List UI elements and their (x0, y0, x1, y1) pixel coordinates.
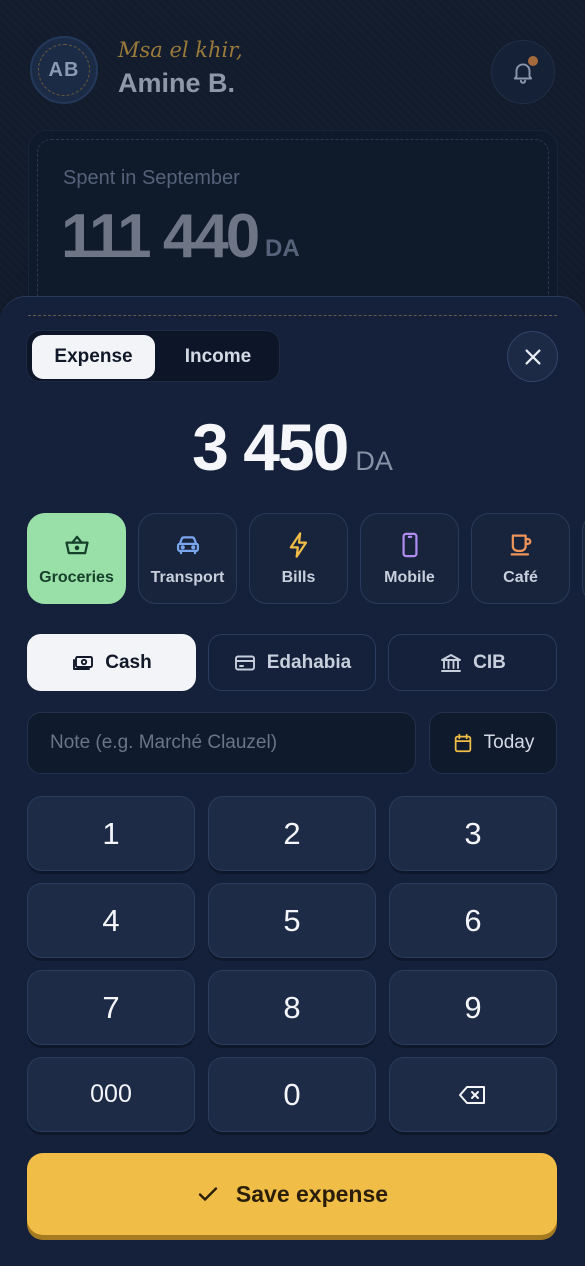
notification-dot (528, 56, 538, 66)
basket-icon (64, 535, 89, 554)
key-3[interactable]: 3 (389, 796, 557, 871)
card-icon (234, 655, 255, 670)
close-icon (524, 348, 541, 365)
category-label: Café (503, 568, 538, 586)
key-5[interactable]: 5 (208, 883, 376, 958)
bolt-icon (289, 531, 307, 558)
date-picker-button[interactable]: Today (429, 712, 557, 774)
note-field[interactable] (27, 712, 416, 774)
add-transaction-sheet: Expense Income 3 450 DA Groceries Transpo… (0, 296, 585, 1266)
amount-display: 3 450 DA (0, 409, 585, 485)
payment-cib[interactable]: CIB (388, 634, 557, 691)
amount-currency: DA (355, 446, 393, 476)
category-cafe[interactable]: Café (471, 513, 570, 604)
amount-value: 3 450 (192, 410, 349, 484)
key-000[interactable]: 000 (27, 1057, 195, 1132)
summary-currency: DA (265, 235, 300, 262)
key-7[interactable]: 7 (27, 970, 195, 1045)
sheet-divider (28, 315, 557, 316)
cash-icon (73, 655, 94, 670)
category-mobile[interactable]: Mobile (360, 513, 459, 604)
phone-icon (401, 532, 418, 557)
bank-icon (441, 653, 462, 672)
car-icon (176, 535, 199, 554)
category-label: Groceries (39, 568, 114, 586)
summary-amount: 111 440 (61, 202, 260, 271)
monthly-summary-card: Spent in September 111 440 DA (28, 130, 558, 320)
user-name: Amine B. (118, 68, 236, 98)
save-expense-button[interactable]: Save expense (27, 1153, 557, 1235)
date-label: Today (483, 732, 535, 753)
key-6[interactable]: 6 (389, 883, 557, 958)
payment-label: Edahabia (266, 651, 352, 673)
backspace-icon (459, 1085, 485, 1104)
transaction-type-toggle: Expense Income (26, 330, 280, 382)
category-transport[interactable]: Transport (138, 513, 237, 604)
avatar[interactable]: AB (30, 36, 98, 104)
key-8[interactable]: 8 (208, 970, 376, 1045)
category-label: Mobile (384, 568, 435, 586)
calendar-icon (454, 733, 471, 753)
expense-tab[interactable]: Expense (32, 335, 155, 379)
category-label: Transport (150, 568, 225, 586)
payment-label: Cash (105, 651, 152, 673)
close-button[interactable] (507, 331, 558, 382)
notifications-button[interactable] (491, 40, 555, 104)
note-input[interactable] (50, 732, 415, 754)
summary-label: Spent in September (63, 167, 240, 189)
save-label: Save expense (235, 1180, 389, 1207)
category-label: Bills (281, 568, 316, 586)
key-9[interactable]: 9 (389, 970, 557, 1045)
category-groceries[interactable]: Groceries (27, 513, 126, 604)
category-bills[interactable]: Bills (249, 513, 348, 604)
payment-label: CIB (473, 651, 506, 673)
payment-edahabia[interactable]: Edahabia (208, 634, 376, 691)
key-2[interactable]: 2 (208, 796, 376, 871)
greeting: Msa el khir, (118, 38, 243, 62)
key-0[interactable]: 0 (208, 1057, 376, 1132)
key-backspace[interactable] (389, 1057, 557, 1132)
header: AB Msa el khir, Amine B. (30, 36, 555, 106)
key-1[interactable]: 1 (27, 796, 195, 871)
payment-cash[interactable]: Cash (27, 634, 196, 691)
avatar-initials: AB (48, 58, 80, 81)
key-4[interactable]: 4 (27, 883, 195, 958)
income-tab[interactable]: Income (160, 335, 276, 379)
check-icon (198, 1187, 218, 1201)
coffee-icon (510, 534, 531, 555)
category-list: Groceries Transport Bills Mobile Café (27, 513, 585, 605)
